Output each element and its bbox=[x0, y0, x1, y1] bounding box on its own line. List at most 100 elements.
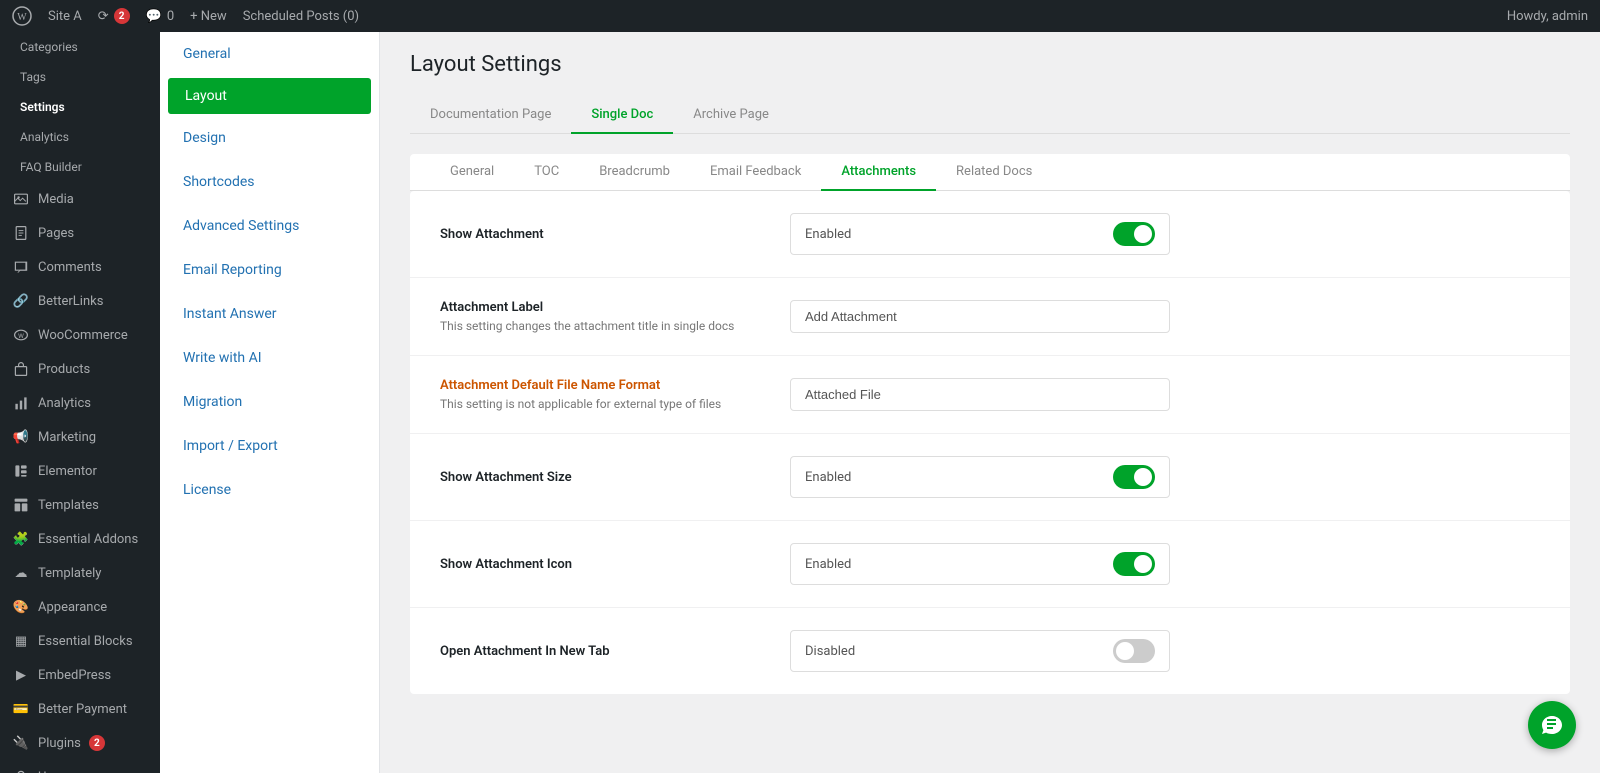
setting-control-attachment-icon: Enabled bbox=[790, 543, 1540, 585]
new-label: + New bbox=[190, 9, 227, 24]
attachment-icon-slider bbox=[1113, 552, 1155, 576]
sidebar-item-marketing[interactable]: 📢 Marketing bbox=[0, 420, 160, 454]
elementor-label: Elementor bbox=[38, 464, 97, 479]
setting-row-open-attachment-new-tab: Open Attachment In New Tab Disabled bbox=[410, 608, 1570, 694]
sidebar-item-appearance[interactable]: 🎨 Appearance bbox=[0, 590, 160, 624]
nav-item-general[interactable]: General bbox=[160, 32, 379, 76]
setting-label-col-attachment-size: Show Attachment Size bbox=[440, 470, 790, 485]
nav-panel: General Layout Design Shortcodes Advance… bbox=[160, 32, 380, 773]
sidebar-item-analytics[interactable]: Analytics bbox=[0, 122, 160, 152]
templates-icon bbox=[12, 496, 30, 514]
show-attachment-label: Show Attachment bbox=[440, 227, 790, 242]
tab-documentation-page[interactable]: Documentation Page bbox=[410, 97, 571, 134]
nav-item-instant-answer[interactable]: Instant Answer bbox=[160, 292, 379, 336]
tab-attachments[interactable]: Attachments bbox=[821, 154, 936, 191]
page-title: Layout Settings bbox=[410, 52, 1570, 77]
sidebar-item-pages[interactable]: Pages bbox=[0, 216, 160, 250]
settings-section: Show Attachment Enabled Attachment Label bbox=[410, 191, 1570, 694]
nav-item-advanced-settings[interactable]: Advanced Settings bbox=[160, 204, 379, 248]
sidebar-item-better-payment[interactable]: 💳 Better Payment bbox=[0, 692, 160, 726]
products-icon bbox=[12, 360, 30, 378]
attachment-size-label: Show Attachment Size bbox=[440, 470, 790, 485]
nav-shortcodes-label: Shortcodes bbox=[183, 174, 255, 190]
tab-toc[interactable]: TOC bbox=[514, 154, 579, 191]
sidebar: Categories Tags Settings Analytics FAQ B… bbox=[0, 32, 160, 773]
sidebar-item-categories[interactable]: Categories bbox=[0, 32, 160, 62]
sidebar-item-users[interactable]: Users bbox=[0, 760, 160, 773]
primary-tabs: Documentation Page Single Doc Archive Pa… bbox=[410, 97, 1570, 134]
plugins-label: Plugins bbox=[38, 736, 81, 751]
nav-item-write-with-ai[interactable]: Write with AI bbox=[160, 336, 379, 380]
nav-design-label: Design bbox=[183, 130, 226, 146]
nav-item-design[interactable]: Design bbox=[160, 116, 379, 160]
comments-item[interactable]: 💬 0 bbox=[146, 9, 175, 24]
tab-general[interactable]: General bbox=[430, 154, 514, 191]
main-content: Layout Settings Documentation Page Singl… bbox=[380, 32, 1600, 773]
better-payment-label: Better Payment bbox=[38, 702, 127, 717]
attachment-label-label: Attachment Label bbox=[440, 300, 790, 315]
nav-item-shortcodes[interactable]: Shortcodes bbox=[160, 160, 379, 204]
attachment-file-input[interactable] bbox=[790, 378, 1170, 411]
sidebar-item-essential-blocks[interactable]: ▦ Essential Blocks bbox=[0, 624, 160, 658]
media-label: Media bbox=[38, 192, 74, 207]
attachment-label-input[interactable] bbox=[790, 300, 1170, 333]
setting-control-attachment-size: Enabled bbox=[790, 456, 1540, 498]
new-tab-box: Disabled bbox=[790, 630, 1170, 672]
payment-icon: 💳 bbox=[12, 700, 30, 718]
tab-archive-page[interactable]: Archive Page bbox=[673, 97, 789, 134]
sidebar-item-settings[interactable]: Settings bbox=[0, 92, 160, 122]
essential-addons-label: Essential Addons bbox=[38, 532, 138, 547]
wp-logo-item[interactable]: W bbox=[12, 6, 32, 26]
nav-item-license[interactable]: License bbox=[160, 468, 379, 512]
pages-label: Pages bbox=[38, 226, 74, 241]
attachment-size-slider bbox=[1113, 465, 1155, 489]
sidebar-item-faq-builder[interactable]: FAQ Builder bbox=[0, 152, 160, 182]
nav-item-migration[interactable]: Migration bbox=[160, 380, 379, 424]
sidebar-item-elementor[interactable]: Elementor bbox=[0, 454, 160, 488]
chat-bubble[interactable] bbox=[1528, 701, 1576, 749]
sidebar-item-analytics2[interactable]: Analytics bbox=[0, 386, 160, 420]
show-attachment-box: Enabled bbox=[790, 213, 1170, 255]
show-attachment-value: Enabled bbox=[805, 227, 851, 242]
attachment-size-box: Enabled bbox=[790, 456, 1170, 498]
site-name-item[interactable]: Site A bbox=[48, 9, 82, 24]
tab-breadcrumb[interactable]: Breadcrumb bbox=[579, 154, 690, 191]
site-name-label: Site A bbox=[48, 9, 82, 24]
attachment-icon-toggle[interactable] bbox=[1113, 552, 1155, 576]
woo-icon: W bbox=[12, 326, 30, 344]
embed-icon: ▶ bbox=[12, 666, 30, 684]
sidebar-item-woocommerce[interactable]: W WooCommerce bbox=[0, 318, 160, 352]
app-body: Categories Tags Settings Analytics FAQ B… bbox=[0, 32, 1600, 773]
media-icon bbox=[12, 190, 30, 208]
nav-item-import-export[interactable]: Import / Export bbox=[160, 424, 379, 468]
sidebar-item-templates[interactable]: Templates bbox=[0, 488, 160, 522]
sidebar-item-templately[interactable]: ☁ Templately bbox=[0, 556, 160, 590]
sidebar-item-tags[interactable]: Tags bbox=[0, 62, 160, 92]
sidebar-item-betterlinks[interactable]: 🔗 BetterLinks bbox=[0, 284, 160, 318]
sidebar-item-media[interactable]: Media bbox=[0, 182, 160, 216]
tab-email-feedback[interactable]: Email Feedback bbox=[690, 154, 821, 191]
plugins-badge: 2 bbox=[89, 735, 105, 751]
sidebar-item-plugins[interactable]: 🔌 Plugins 2 bbox=[0, 726, 160, 760]
attachment-size-toggle[interactable] bbox=[1113, 465, 1155, 489]
pages-icon bbox=[12, 224, 30, 242]
nav-general-label: General bbox=[183, 46, 231, 62]
plugin-icon: 🔌 bbox=[12, 734, 30, 752]
show-attachment-toggle[interactable] bbox=[1113, 222, 1155, 246]
new-tab-slider bbox=[1113, 639, 1155, 663]
nav-email-label: Email Reporting bbox=[183, 262, 282, 278]
tab-single-doc[interactable]: Single Doc bbox=[571, 97, 673, 134]
sidebar-item-embedpress[interactable]: ▶ EmbedPress bbox=[0, 658, 160, 692]
comments-icon bbox=[12, 258, 30, 276]
scheduled-posts-item[interactable]: Scheduled Posts (0) bbox=[243, 9, 359, 24]
sidebar-item-essential-addons[interactable]: 🧩 Essential Addons bbox=[0, 522, 160, 556]
new-tab-toggle[interactable] bbox=[1113, 639, 1155, 663]
new-item[interactable]: + New bbox=[190, 9, 227, 24]
greeting: Howdy, admin bbox=[1507, 9, 1588, 24]
nav-item-layout[interactable]: Layout bbox=[168, 78, 371, 114]
sidebar-item-products[interactable]: Products bbox=[0, 352, 160, 386]
nav-item-email-reporting[interactable]: Email Reporting bbox=[160, 248, 379, 292]
updates-item[interactable]: ⟳ 2 bbox=[98, 8, 130, 24]
sidebar-item-comments[interactable]: Comments bbox=[0, 250, 160, 284]
tab-related-docs[interactable]: Related Docs bbox=[936, 154, 1052, 191]
